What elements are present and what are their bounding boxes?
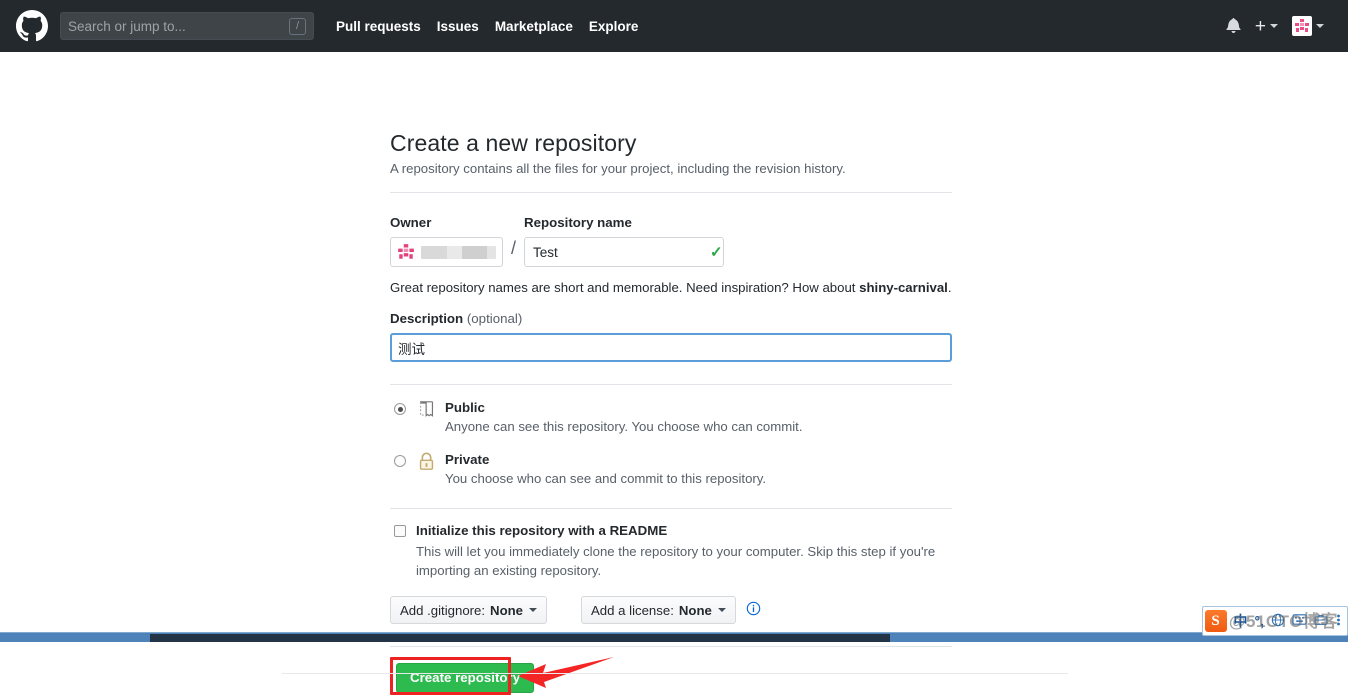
globe-icon[interactable]: [1271, 613, 1285, 630]
divider: [390, 646, 952, 647]
ime-punctuation-label[interactable]: °,: [1255, 613, 1265, 629]
owner-avatar-icon: [397, 243, 415, 261]
lock-icon: [417, 452, 437, 474]
gitignore-select-prefix: Add .gitignore:: [400, 603, 485, 618]
owner-field: Owner: [390, 215, 503, 267]
visibility-private-text: Private You choose who can see and commi…: [445, 451, 952, 486]
visibility-group: Public Anyone can see this repository. Y…: [390, 385, 952, 486]
bell-icon[interactable]: [1226, 17, 1241, 36]
search-shortcut-badge: /: [289, 18, 306, 35]
description-optional-text: (optional): [463, 311, 522, 326]
visibility-private-title: Private: [445, 452, 489, 467]
search-box[interactable]: /: [60, 12, 314, 40]
visibility-public-description: Anyone can see this repository. You choo…: [445, 419, 952, 434]
create-new-menu[interactable]: +: [1255, 17, 1278, 36]
github-mark-icon[interactable]: [16, 10, 48, 42]
owner-name-redacted: [421, 246, 496, 259]
repo-book-icon: [417, 400, 437, 422]
info-circle-icon[interactable]: [746, 601, 761, 619]
search-input[interactable]: [68, 19, 289, 34]
divider: [390, 192, 952, 193]
repository-name-label: Repository name: [524, 215, 724, 230]
ime-toolbar[interactable]: S 中 °,: [1202, 606, 1348, 636]
hint-text-after: .: [948, 280, 952, 295]
visibility-option-public[interactable]: Public Anyone can see this repository. Y…: [390, 399, 952, 434]
owner-label: Owner: [390, 215, 503, 230]
os-taskbar: [0, 632, 1348, 642]
chevron-down-icon: [529, 608, 537, 612]
checkbox-initialize-readme[interactable]: [394, 525, 406, 537]
description-input-wrap[interactable]: [390, 333, 952, 362]
description-label: Description (optional): [390, 311, 952, 326]
nav-item-pull-requests[interactable]: Pull requests: [336, 19, 421, 34]
footer-divider: [282, 673, 1068, 674]
license-select[interactable]: Add a license: None: [581, 596, 736, 624]
page-subtitle: A repository contains all the files for …: [390, 161, 952, 176]
radio-private[interactable]: [394, 455, 406, 467]
ime-mode-label[interactable]: 中: [1234, 611, 1248, 631]
check-icon: ✓: [710, 243, 723, 261]
repository-name-input[interactable]: [533, 245, 710, 260]
readme-title: Initialize this repository with a README: [416, 523, 667, 538]
chevron-down-icon: [1316, 24, 1324, 28]
chevron-down-icon: [1270, 24, 1278, 28]
keyboard-icon[interactable]: [1292, 613, 1307, 629]
chevron-down-icon: [718, 608, 726, 612]
hint-suggestion[interactable]: shiny-carnival: [859, 280, 948, 295]
readme-group: Initialize this repository with a README…: [390, 509, 952, 624]
nav-item-issues[interactable]: Issues: [437, 19, 479, 34]
readme-text: Initialize this repository with a README…: [416, 522, 952, 580]
owner-select[interactable]: [390, 237, 503, 267]
description-input[interactable]: [398, 340, 944, 355]
site-header: / Pull requests Issues Marketplace Explo…: [0, 0, 1348, 52]
visibility-option-private[interactable]: Private You choose who can see and commi…: [390, 451, 952, 486]
radio-public[interactable]: [394, 403, 406, 415]
license-select-value: None: [679, 603, 712, 618]
plus-icon: +: [1255, 17, 1266, 36]
nav-item-explore[interactable]: Explore: [589, 19, 639, 34]
nav-item-marketplace[interactable]: Marketplace: [495, 19, 573, 34]
gitignore-select[interactable]: Add .gitignore: None: [390, 596, 547, 624]
readme-description: This will let you immediately clone the …: [416, 542, 952, 580]
visibility-public-title: Public: [445, 400, 485, 415]
menu-icon[interactable]: [1335, 613, 1342, 630]
repository-name-input-wrap[interactable]: ✓: [524, 237, 724, 267]
create-repository-button[interactable]: Create repository: [396, 663, 534, 693]
user-avatar-icon: [1292, 16, 1312, 36]
template-selects: Add .gitignore: None Add a license: None: [390, 596, 952, 624]
user-menu[interactable]: [1292, 16, 1324, 36]
visibility-public-text: Public Anyone can see this repository. Y…: [445, 399, 952, 434]
owner-repo-separator: /: [511, 233, 516, 263]
description-label-text: Description: [390, 311, 463, 326]
taskbar-items[interactable]: [150, 634, 890, 642]
hint-text-before: Great repository names are short and mem…: [390, 280, 859, 295]
page-title: Create a new repository: [390, 130, 952, 157]
license-select-prefix: Add a license:: [591, 603, 674, 618]
readme-option[interactable]: Initialize this repository with a README…: [390, 522, 952, 580]
description-field: Description (optional): [390, 311, 952, 362]
gitignore-select-value: None: [490, 603, 523, 618]
repository-name-hint: Great repository names are short and mem…: [390, 280, 952, 295]
new-repository-form: Create a new repository A repository con…: [390, 130, 952, 697]
primary-nav: Pull requests Issues Marketplace Explore: [336, 19, 638, 34]
repository-name-field: Repository name ✓: [524, 215, 724, 267]
sogou-logo-icon[interactable]: S: [1205, 610, 1227, 632]
header-actions: +: [1226, 16, 1332, 36]
toolbox-icon[interactable]: [1314, 613, 1328, 629]
submit-zone: Create repository: [390, 661, 952, 697]
visibility-private-description: You choose who can see and commit to thi…: [445, 471, 952, 486]
owner-repo-row: Owner: [390, 215, 952, 267]
